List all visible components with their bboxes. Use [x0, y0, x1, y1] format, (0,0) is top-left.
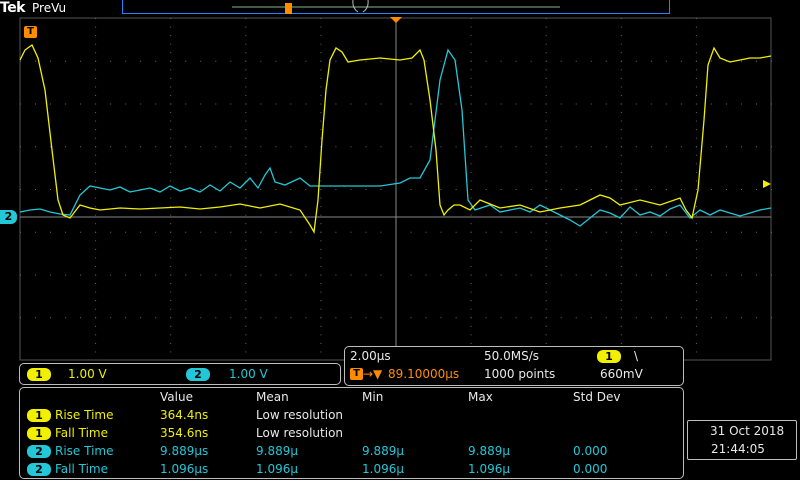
time-display: 21:44:05: [711, 442, 765, 456]
meas-std: 0.000: [573, 444, 608, 458]
ch2-badge[interactable]: 2: [186, 368, 210, 381]
trigger-marker-T: T: [24, 26, 37, 38]
meas-channel-badge: 1: [27, 409, 51, 422]
trigger-position-icon: T: [350, 368, 363, 380]
meas-name[interactable]: Fall Time: [55, 426, 108, 440]
meas-header-std: Std Dev: [573, 390, 621, 404]
ch2-ground-marker[interactable]: 2: [0, 210, 17, 224]
record-trigger-marker: [285, 3, 292, 14]
horizontal-scale: 2.00µs: [350, 349, 391, 363]
trigger-level-arrow: [763, 180, 771, 188]
meas-mean: Low resolution: [256, 408, 344, 422]
meas-name[interactable]: Rise Time: [55, 444, 114, 458]
meas-header-max: Max: [468, 390, 493, 404]
record-length: 1000 points: [484, 367, 556, 381]
date-display: 31 Oct 2018: [710, 424, 785, 438]
trigger-position-arrow: [390, 17, 402, 23]
meas-max: 1.096µ: [468, 462, 510, 476]
trigger-level: 660mV: [600, 367, 643, 381]
meas-max: 9.889µ: [468, 444, 510, 458]
meas-name[interactable]: Fall Time: [55, 462, 108, 476]
ch1-badge[interactable]: 1: [27, 368, 51, 381]
meas-std: 0.000: [573, 462, 608, 476]
trigger-arrow-icon: →▼: [363, 367, 383, 381]
oscilloscope-screen: Tek PreVu T 2 1 1.00 V 2 1.00 V 2.00µs 5…: [0, 0, 800, 480]
meas-header-mean: Mean: [256, 390, 289, 404]
meas-value: 354.6ns: [160, 426, 209, 440]
meas-channel-badge: 1: [27, 427, 51, 440]
ch2-scale: 1.00 V: [229, 367, 268, 381]
meas-value: 364.4ns: [160, 408, 209, 422]
meas-name[interactable]: Rise Time: [55, 408, 114, 422]
trigger-slope-icon: \: [634, 349, 639, 363]
meas-mean: Low resolution: [256, 426, 344, 440]
sample-rate: 50.0MS/s: [484, 349, 539, 363]
meas-min: 1.096µ: [362, 462, 404, 476]
meas-value: 1.096µs: [160, 462, 209, 476]
meas-value: 9.889µs: [160, 444, 209, 458]
meas-mean: 9.889µ: [256, 444, 298, 458]
ch1-scale: 1.00 V: [68, 367, 107, 381]
meas-mean: 1.096µ: [256, 462, 298, 476]
record-view-bracket: [352, 0, 369, 13]
meas-min: 9.889µ: [362, 444, 404, 458]
meas-header-value: Value: [160, 390, 193, 404]
meas-channel-badge: 2: [27, 463, 51, 476]
trigger-source-badge: 1: [597, 350, 621, 363]
meas-channel-badge: 2: [27, 445, 51, 458]
trigger-position-value: 89.10000µs: [388, 367, 460, 381]
meas-header-min: Min: [362, 390, 384, 404]
